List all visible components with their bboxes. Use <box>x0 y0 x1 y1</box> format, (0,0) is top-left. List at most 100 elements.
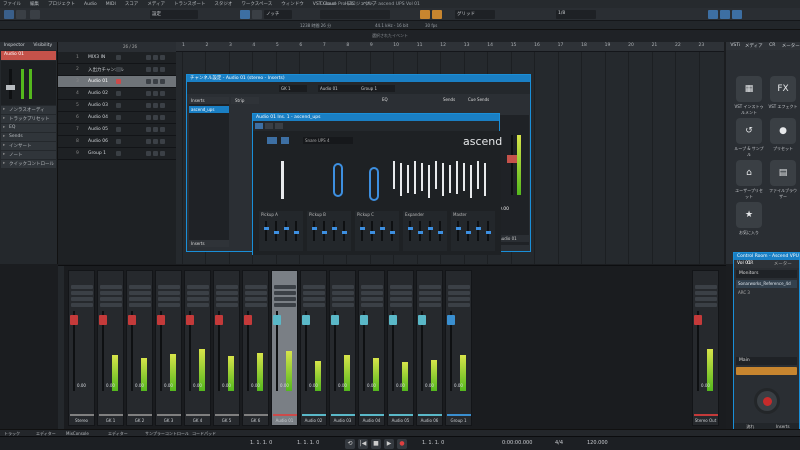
media-tile-icon[interactable]: ▦ <box>736 76 762 102</box>
param-slider-handle[interactable] <box>417 231 423 234</box>
strip-button[interactable] <box>158 303 180 307</box>
activate-project-button[interactable] <box>4 10 14 19</box>
menu-item[interactable]: ウィンドウ <box>281 1 304 7</box>
write-automation-button[interactable] <box>275 123 283 129</box>
param-slider[interactable] <box>361 221 363 241</box>
menu-item[interactable]: トランスポート <box>174 1 205 7</box>
strip-button[interactable] <box>100 297 122 301</box>
menu-item[interactable]: スタジオ <box>214 1 232 7</box>
rec-button[interactable] <box>160 151 165 156</box>
mode-select[interactable]: Snare UPS 4 <box>303 137 353 144</box>
plugin-power-button[interactable] <box>267 137 277 144</box>
strip-button[interactable] <box>419 303 441 307</box>
strip-button[interactable] <box>390 285 412 289</box>
channel-name[interactable]: GK 4 <box>185 418 210 423</box>
channel-strip[interactable]: 0.00 Audio 02 <box>300 270 327 426</box>
strip-button[interactable] <box>245 285 267 289</box>
fader-cap[interactable] <box>360 315 368 325</box>
strip-button[interactable] <box>695 291 717 295</box>
right-zone-toggle[interactable] <box>732 10 742 19</box>
channel-strip[interactable]: 0.00 GK 5 <box>213 270 240 426</box>
tool-readout[interactable]: ノッチ <box>264 10 292 19</box>
tab-cr[interactable]: CR <box>734 260 767 268</box>
fader-cap[interactable] <box>418 315 426 325</box>
param-slider[interactable] <box>285 221 287 241</box>
tab-eq[interactable]: EQ <box>382 97 396 104</box>
velocity-bar[interactable] <box>449 165 451 193</box>
strip-button[interactable] <box>216 285 238 289</box>
tab-meter[interactable]: メーター <box>767 260 800 268</box>
param-slider[interactable] <box>265 221 267 241</box>
strip-button[interactable] <box>129 297 151 301</box>
strip-button[interactable] <box>332 285 354 289</box>
param-slider-handle[interactable] <box>465 231 471 234</box>
right-zone-tab[interactable]: メディア <box>745 42 764 50</box>
track-row[interactable]: 9 Group 1 <box>58 148 176 160</box>
track-row[interactable]: 1 MIX3 IN <box>58 52 176 64</box>
volume-value[interactable]: 0.00 <box>69 383 94 388</box>
inspector-track-name[interactable]: Audio 01 <box>1 51 56 60</box>
velocity-bar[interactable] <box>442 163 444 196</box>
menu-item[interactable]: MIDI <box>106 2 116 7</box>
volume-value[interactable]: 0.00 <box>98 383 123 388</box>
tab-inspector[interactable]: Inspector <box>0 42 29 50</box>
channel-select[interactable]: GK 1 <box>279 85 307 92</box>
preset-select[interactable]: 設定 <box>150 10 198 19</box>
strip-button[interactable] <box>158 297 180 301</box>
strip-button[interactable] <box>100 285 122 289</box>
mixer-left-strip[interactable] <box>58 266 64 430</box>
channel-name[interactable]: Audio 06 <box>417 418 442 423</box>
rec-button[interactable] <box>160 55 165 60</box>
primary-time-display[interactable]: 1. 1. 1. 0 <box>422 440 444 446</box>
rec-button[interactable] <box>160 79 165 84</box>
channel-strip[interactable]: 0.00 GK 2 <box>126 270 153 426</box>
fader-cap[interactable] <box>244 315 252 325</box>
bypass-button[interactable] <box>255 123 263 129</box>
fader-cap[interactable] <box>215 315 223 325</box>
time-signature[interactable]: 4/4 <box>555 440 563 446</box>
channel-name[interactable]: Group 1 <box>446 418 471 423</box>
media-tile-icon[interactable]: ★ <box>736 202 762 228</box>
param-slider[interactable] <box>429 221 431 241</box>
channel-fader-handle[interactable] <box>507 155 517 163</box>
strip-button[interactable] <box>71 303 93 307</box>
param-slider[interactable] <box>409 221 411 241</box>
strip-button[interactable] <box>187 291 209 295</box>
media-tile-label[interactable]: ループ & サンプル <box>734 146 764 158</box>
strip-button[interactable] <box>332 297 354 301</box>
param-slider[interactable] <box>333 221 335 241</box>
tab-sends[interactable]: Sends <box>443 97 459 104</box>
param-slider[interactable] <box>477 221 479 241</box>
solo-button[interactable] <box>153 127 158 132</box>
strip-button[interactable] <box>216 303 238 307</box>
strip-button[interactable] <box>216 291 238 295</box>
solo-button[interactable] <box>153 103 158 108</box>
velocity-bar[interactable] <box>414 161 416 194</box>
param-slider-handle[interactable] <box>455 227 461 230</box>
param-slider-handle[interactable] <box>293 231 299 234</box>
strip-button[interactable] <box>448 303 470 307</box>
channel-strip[interactable]: 0.00 Audio 03 <box>329 270 356 426</box>
volume-value[interactable]: 0.00 <box>214 383 239 388</box>
strip-button[interactable] <box>419 297 441 301</box>
media-tile-icon[interactable]: ↺ <box>736 118 762 144</box>
channel-strip[interactable]: 0.00 Audio 05 <box>387 270 414 426</box>
param-slider-handle[interactable] <box>311 227 317 230</box>
inspector-section[interactable]: クイックコントロール <box>1 160 56 168</box>
media-tile-label[interactable]: VST インストゥルメント <box>734 104 764 116</box>
channel-name[interactable]: GK 1 <box>98 418 123 423</box>
fader-cap[interactable] <box>389 315 397 325</box>
strip-button[interactable] <box>216 297 238 301</box>
fader-cap[interactable] <box>302 315 310 325</box>
channel-name[interactable]: Stereo Out <box>693 418 718 423</box>
param-slider-handle[interactable] <box>283 227 289 230</box>
record-button[interactable]: ● <box>397 439 407 449</box>
param-slider-handle[interactable] <box>273 231 279 234</box>
media-tile-label[interactable]: ユーザープリセット <box>734 188 764 200</box>
fader-cap[interactable] <box>447 315 455 325</box>
track-name[interactable]: Audio 05 <box>88 127 108 132</box>
channel-name[interactable]: Audio 05 <box>388 418 413 423</box>
strip-button[interactable] <box>71 291 93 295</box>
channel-strip[interactable]: 0.00 GK 3 <box>155 270 182 426</box>
right-zone-tab[interactable]: メーター <box>782 42 800 50</box>
